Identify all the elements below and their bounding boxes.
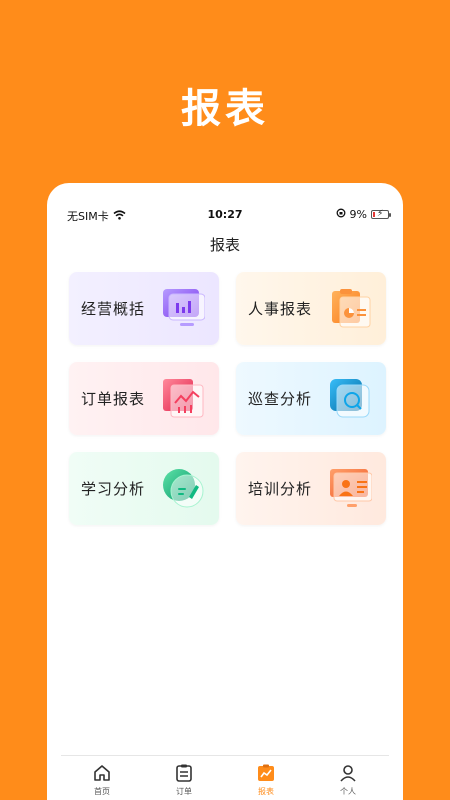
person-icon <box>338 763 358 783</box>
card-hr-report[interactable]: 人事报表 <box>236 272 386 345</box>
clipboard-chart-icon <box>330 289 372 329</box>
tab-profile[interactable]: 个人 <box>307 756 389 800</box>
order-list-icon <box>174 763 194 783</box>
tab-home[interactable]: 首页 <box>61 756 143 800</box>
card-patrol-analysis[interactable]: 巡查分析 <box>236 362 386 435</box>
card-learning-analysis[interactable]: 学习分析 <box>69 452 219 525</box>
report-grid: 经营概括 人事报表 订单报表 巡查分析 学习分析 培训分析 <box>69 272 386 525</box>
battery-percent: 9% <box>349 208 367 221</box>
phone-screen: 无SIM卡 10:27 9% ⚡ 报表 经营概括 人事报表 订单报表 巡查分析 … <box>47 183 403 800</box>
line-chart-icon <box>163 379 205 419</box>
hero-title: 报表 <box>181 86 269 132</box>
monitor-chart-icon <box>163 289 206 329</box>
card-label: 培训分析 <box>248 480 313 498</box>
home-icon <box>92 763 112 783</box>
search-scan-icon <box>330 379 372 419</box>
card-label: 学习分析 <box>81 480 146 498</box>
tab-label: 订单 <box>176 787 192 796</box>
tab-label: 个人 <box>340 787 356 796</box>
card-business-overview[interactable]: 经营概括 <box>69 272 219 345</box>
orientation-lock-icon <box>336 208 346 221</box>
tab-reports[interactable]: 报表 <box>225 756 307 800</box>
report-icon <box>256 763 276 783</box>
tab-label: 报表 <box>258 787 274 796</box>
status-bar: 无SIM卡 10:27 9% ⚡ <box>47 205 403 225</box>
tab-label: 首页 <box>94 787 110 796</box>
pen-note-icon <box>163 469 205 509</box>
presentation-person-icon <box>330 469 373 509</box>
page-title: 报表 <box>209 236 240 254</box>
card-label: 巡查分析 <box>248 390 313 408</box>
card-label: 人事报表 <box>248 300 313 318</box>
card-label: 经营概括 <box>81 300 146 318</box>
status-right: 9% ⚡ <box>336 208 391 221</box>
bottom-tab-bar: 首页 订单 报表 个人 <box>61 755 389 800</box>
battery-icon: ⚡ <box>371 209 391 219</box>
tab-orders[interactable]: 订单 <box>143 756 225 800</box>
card-training-analysis[interactable]: 培训分析 <box>236 452 386 525</box>
card-order-report[interactable]: 订单报表 <box>69 362 219 435</box>
card-label: 订单报表 <box>81 390 146 408</box>
